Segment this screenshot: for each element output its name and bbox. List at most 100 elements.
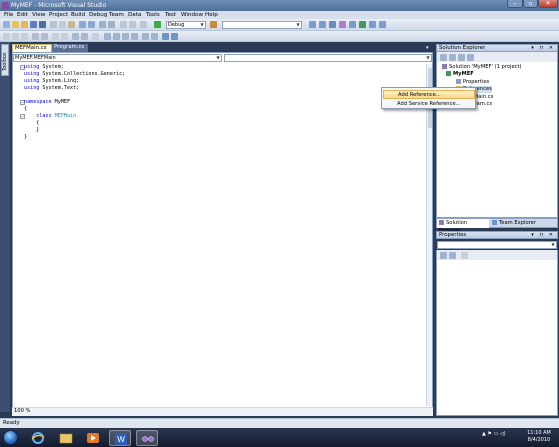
toolbar-icon[interactable] xyxy=(113,33,120,40)
toolbar-icon[interactable] xyxy=(309,21,316,28)
toolbar-icon[interactable] xyxy=(349,21,356,28)
internet-explorer-icon[interactable] xyxy=(27,430,49,446)
toolbar-icon[interactable] xyxy=(72,33,79,40)
undo-icon[interactable] xyxy=(79,21,86,28)
code-text[interactable]: using System; using System.Collections.Ge… xyxy=(24,64,424,141)
system-tray-icons[interactable]: ▲ ⚑ ▭ ◁) xyxy=(482,431,506,437)
start-debugging-icon[interactable] xyxy=(154,21,161,28)
menu-tools[interactable]: Tools xyxy=(146,11,160,19)
close-button[interactable]: ✕ xyxy=(538,0,558,8)
add-reference-menu-item[interactable]: Add Reference... xyxy=(383,90,475,99)
toolbar-icon[interactable] xyxy=(41,33,48,40)
tree-item-properties[interactable]: Properties xyxy=(456,79,489,86)
taskbar-clock[interactable]: 11:10 AM 8/4/2010 xyxy=(524,430,554,444)
toolbar-icon[interactable] xyxy=(122,33,129,40)
toolbar-icon[interactable] xyxy=(171,33,178,40)
property-pages-icon[interactable] xyxy=(461,252,468,259)
editor-horizontal-scrollbar[interactable] xyxy=(12,407,433,416)
solution-configuration-dropdown[interactable]: Debug ▼ xyxy=(166,21,206,29)
copy-icon[interactable] xyxy=(59,21,66,28)
toolbar-icon[interactable] xyxy=(162,33,169,40)
title-bar: MyMEF - Microsoft Visual Studio xyxy=(0,0,559,11)
menu-project[interactable]: Project xyxy=(49,11,68,19)
properties-object-dropdown[interactable]: ▼ xyxy=(437,241,557,249)
toolbar-icon[interactable] xyxy=(142,33,149,40)
toolbar-icon[interactable] xyxy=(81,33,88,40)
toolbar-icon[interactable] xyxy=(339,21,346,28)
navigate-forward-icon[interactable] xyxy=(108,21,115,28)
open-file-icon[interactable] xyxy=(21,21,28,28)
chevron-down-icon: ▼ xyxy=(200,22,204,27)
toolbar-icon[interactable] xyxy=(32,33,39,40)
keyword: using xyxy=(24,71,40,77)
tab-team-explorer[interactable]: Team Explorer xyxy=(490,219,538,228)
toolbar-icon[interactable] xyxy=(21,33,28,40)
type-navigation-dropdown[interactable]: MyMEF.MEFMain ▼ xyxy=(13,54,222,62)
menu-debug[interactable]: Debug xyxy=(89,11,107,19)
panel-header-buttons[interactable]: ▾ ⊓ ✕ xyxy=(531,232,555,239)
toolbar-icon[interactable] xyxy=(369,21,376,28)
toolbar-icon[interactable] xyxy=(329,21,336,28)
windows-explorer-icon[interactable] xyxy=(55,430,77,446)
menu-file[interactable]: File xyxy=(4,11,13,19)
zoom-level[interactable]: 100 % xyxy=(14,408,30,415)
properties-icon[interactable] xyxy=(440,54,447,61)
tab-mefmain-cs[interactable]: MEFMain.cs xyxy=(12,44,52,52)
start-button[interactable] xyxy=(3,430,18,445)
redo-icon[interactable] xyxy=(88,21,95,28)
toolbar-icon[interactable] xyxy=(129,21,136,28)
show-all-files-icon[interactable] xyxy=(449,54,456,61)
add-service-reference-menu-item[interactable]: Add Service Reference... xyxy=(383,100,475,109)
cut-icon[interactable] xyxy=(50,21,57,28)
categorized-icon[interactable] xyxy=(440,252,447,259)
code-line-10: } xyxy=(24,127,424,134)
microsoft-word-icon[interactable]: W xyxy=(109,430,131,446)
maximize-button[interactable]: ▫ xyxy=(523,0,538,8)
panel-header-buttons[interactable]: ▾ ⊓ ✕ xyxy=(531,45,555,52)
add-item-icon[interactable] xyxy=(12,21,19,28)
tab-solution-explorer[interactable]: Solution Explorer xyxy=(437,219,489,234)
refresh-icon[interactable] xyxy=(458,54,465,61)
menu-window[interactable]: Window xyxy=(181,11,203,19)
toolbar-icon[interactable] xyxy=(151,33,158,40)
toolbar-icon[interactable] xyxy=(61,33,68,40)
navigate-back-icon[interactable] xyxy=(99,21,106,28)
toolbar-icon[interactable] xyxy=(120,21,127,28)
media-player-icon[interactable] xyxy=(82,430,104,446)
menu-build[interactable]: Build xyxy=(71,11,85,19)
tree-item-solution[interactable]: Solution 'MyMEF' (1 project) xyxy=(442,64,522,71)
tree-item-project[interactable]: MyMEF xyxy=(446,71,474,78)
view-class-diagram-icon[interactable] xyxy=(467,54,474,61)
tab-list-dropdown-icon[interactable]: ▾ xyxy=(426,46,432,51)
menu-test[interactable]: Test xyxy=(165,11,176,19)
new-project-icon[interactable] xyxy=(3,21,10,28)
menu-edit[interactable]: Edit xyxy=(17,11,28,19)
save-all-icon[interactable] xyxy=(39,21,46,28)
toolbar-icon[interactable] xyxy=(379,21,386,28)
find-dropdown[interactable]: ▼ xyxy=(222,21,302,29)
toolbar-icon[interactable] xyxy=(359,21,366,28)
tab-program-cs[interactable]: Program.cs xyxy=(52,44,88,52)
toolbox-tab[interactable]: Toolbox xyxy=(1,44,9,76)
member-navigation-dropdown[interactable]: ▼ xyxy=(224,54,432,62)
toolbar-icon[interactable] xyxy=(52,33,59,40)
menu-view[interactable]: View xyxy=(32,11,45,19)
visual-studio-taskbar-icon[interactable] xyxy=(136,430,158,446)
menu-team[interactable]: Team xyxy=(109,11,124,19)
menu-data[interactable]: Data xyxy=(128,11,141,19)
toolbar-icon[interactable] xyxy=(104,33,111,40)
save-icon[interactable] xyxy=(30,21,37,28)
editor-vertical-scrollbar[interactable] xyxy=(426,64,432,406)
toolbar-icon[interactable] xyxy=(3,33,10,40)
code-text-segment: { xyxy=(24,106,28,112)
menu-help[interactable]: Help xyxy=(205,11,218,19)
minimize-button[interactable]: – xyxy=(507,0,523,8)
alphabetical-icon[interactable] xyxy=(449,252,456,259)
toolbar-icon[interactable] xyxy=(12,33,19,40)
toolbar-icon[interactable] xyxy=(131,33,138,40)
toolbar-icon[interactable] xyxy=(92,33,99,40)
find-icon[interactable] xyxy=(210,21,217,28)
toolbar-icon[interactable] xyxy=(140,21,147,28)
paste-icon[interactable] xyxy=(68,21,75,28)
toolbar-icon[interactable] xyxy=(319,21,326,28)
